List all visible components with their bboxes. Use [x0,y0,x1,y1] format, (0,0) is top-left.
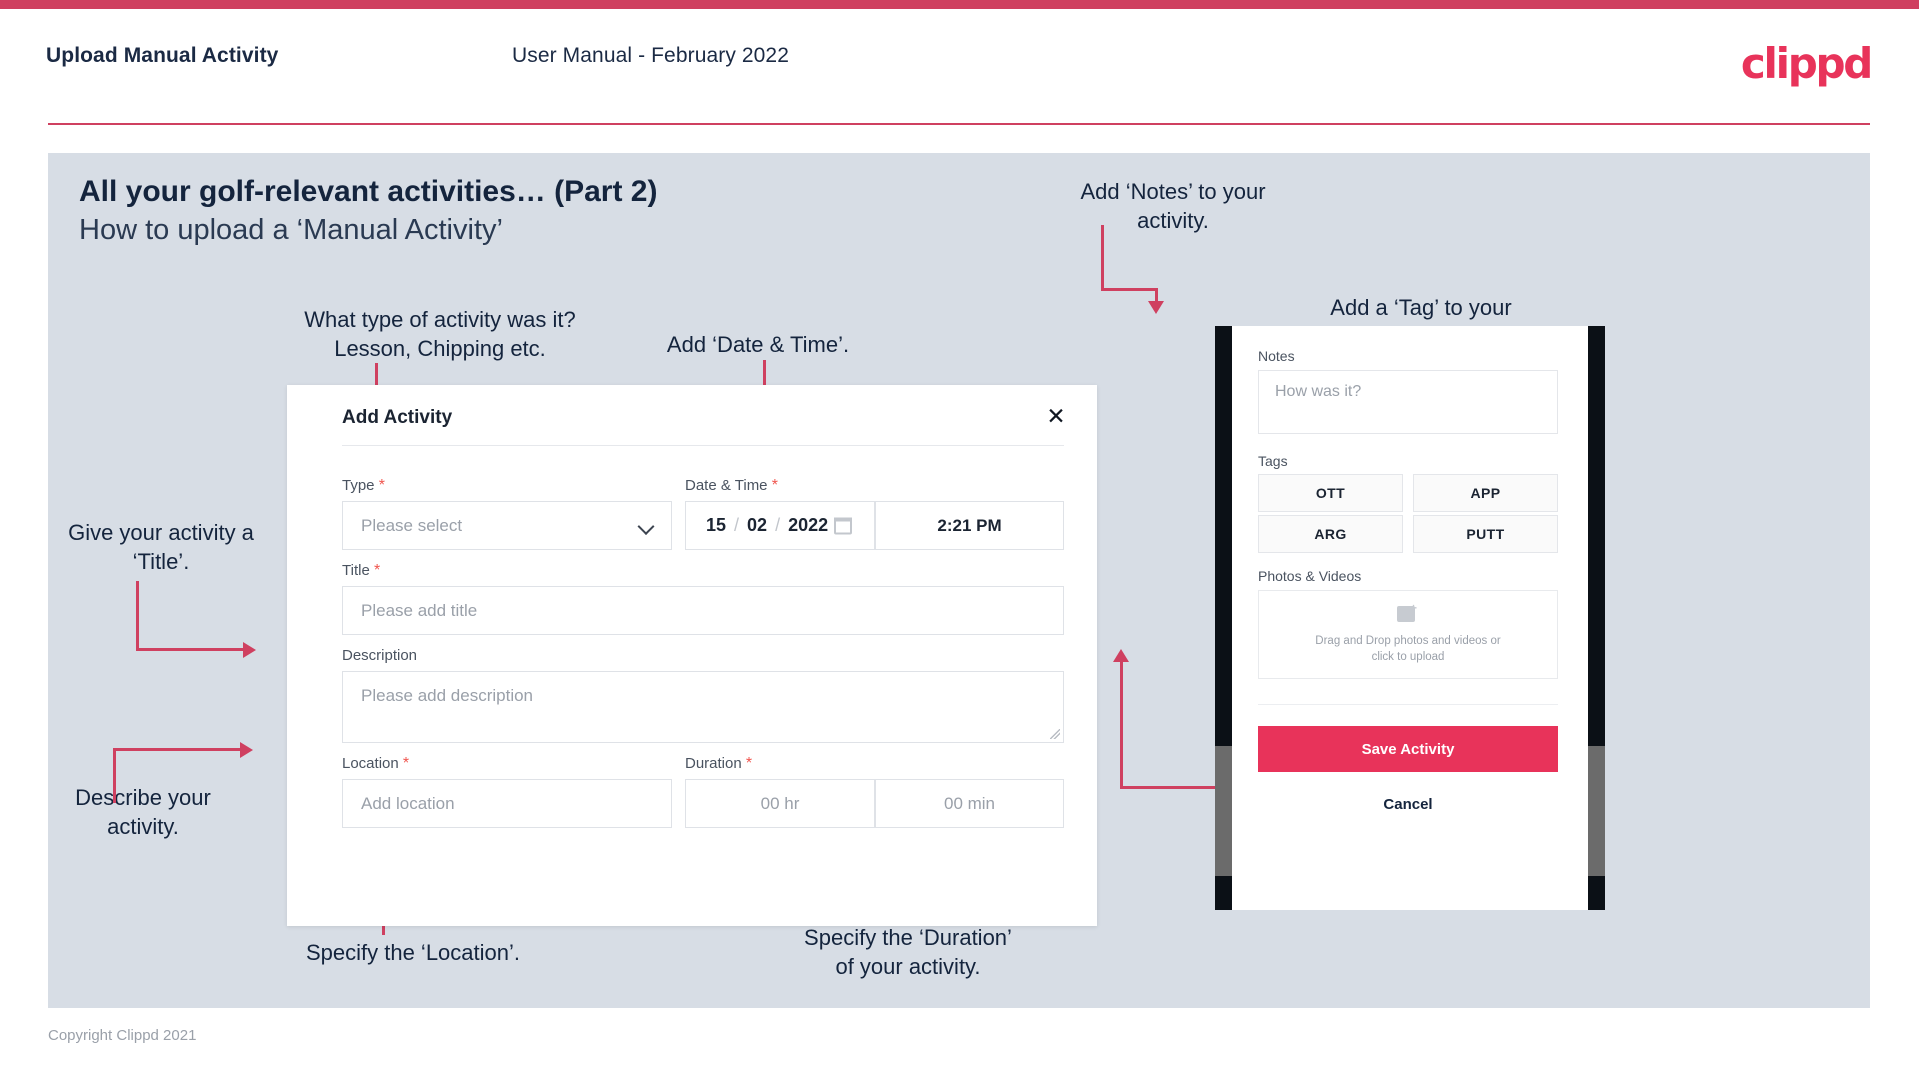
connector-notes-arrow [1148,301,1164,314]
tag-button-arg[interactable]: ARG [1258,515,1403,553]
location-label-text: Location [342,755,399,772]
type-select[interactable]: Please select [342,501,672,550]
location-required-mark: * [402,755,410,772]
duration-minutes-placeholder: 00 min [943,793,996,813]
media-dropzone-text: Drag and Drop photos and videos or click… [1315,635,1501,663]
type-placeholder: Please select [361,515,463,535]
tag-button-ott[interactable]: OTT [1258,474,1403,512]
chevron-down-icon [640,519,653,532]
datetime-label-text: Date & Time [685,477,768,494]
footer-copyright: Copyright Clippd 2021 [48,1027,197,1044]
type-label: Type * [342,477,385,495]
date-day: 15 [706,515,727,535]
close-icon[interactable]: ✕ [1039,399,1073,433]
clippd-logo: clippd [1740,39,1873,88]
title-placeholder: Please add title [361,600,478,620]
dialog-divider [342,445,1064,446]
callout-duration: Specify the ‘Duration’ of your activity. [804,925,1012,979]
type-label-text: Type [342,477,375,494]
date-month: 02 [747,515,768,535]
callout-notes: Add ‘Notes’ to your activity. [1080,179,1266,233]
datetime-required-mark: * [771,477,778,494]
callout-location: Specify the ‘Location’. [305,940,521,965]
duration-label-text: Duration [685,755,742,772]
header-divider [48,123,1870,125]
tags-label: Tags [1258,453,1288,469]
tag-button-putt[interactable]: PUTT [1413,515,1558,553]
phone-divider [1258,704,1558,705]
connector-desc-arrow [240,742,253,758]
add-image-icon: + [1397,602,1419,623]
date-input[interactable]: 15 / 02 / 2022 [685,501,875,550]
phone-screen: Notes How was it? Tags OTT APP ARG PUTT … [1232,326,1588,910]
media-label: Photos & Videos [1258,568,1362,584]
slide-title: All your golf-relevant activities… (Part… [79,175,658,208]
title-input[interactable]: Please add title [342,586,1064,635]
location-placeholder: Add location [361,793,455,813]
phone-bezel-left-segment [1215,746,1232,876]
description-label: Description [342,647,417,665]
connector-title-v [136,581,139,651]
connector-title-arrow [243,642,256,658]
notes-textarea[interactable]: How was it? [1258,370,1558,434]
type-required-mark: * [378,477,385,494]
title-required-mark: * [373,562,381,579]
slide-subtitle: How to upload a ‘Manual Activity’ [79,214,503,246]
save-activity-button[interactable]: Save Activity [1258,726,1558,772]
cancel-button[interactable]: Cancel [1258,786,1558,822]
date-value: 15 / 02 / 2022 [686,515,828,536]
location-label: Location * [342,755,409,773]
location-input[interactable]: Add location [342,779,672,828]
duration-required-mark: * [745,755,753,772]
duration-hours-placeholder: 00 hr [760,793,800,813]
slide-page: Upload Manual Activity User Manual - Feb… [0,0,1919,1079]
title-label-text: Title [342,562,370,579]
tag-button-app[interactable]: APP [1413,474,1558,512]
time-value: 2:21 PM [937,515,1002,535]
resize-handle-icon[interactable] [1050,729,1060,739]
title-label: Title * [342,562,380,580]
phone-bezel-right-segment [1588,746,1605,876]
page-subtitle: User Manual - February 2022 [512,44,789,67]
connector-save-v [1120,661,1123,789]
connector-notes-v1 [1101,225,1104,290]
description-label-text: Description [342,647,418,664]
description-textarea[interactable]: Please add description [342,671,1064,743]
connector-notes-h [1101,288,1158,291]
duration-label: Duration * [685,755,752,773]
callout-description: Describe your activity. [75,785,211,839]
connector-save-arrow [1113,649,1129,662]
notes-label: Notes [1258,348,1295,364]
connector-desc-h [113,748,243,751]
datetime-label: Date & Time * [685,477,778,495]
duration-minutes-input[interactable]: 00 min [875,779,1064,828]
phone-bezel-left [1215,326,1232,910]
callout-type: What type of activity was it? Lesson, Ch… [304,307,576,361]
page-title: Upload Manual Activity [46,44,279,67]
calendar-icon[interactable] [834,517,852,534]
phone-bezel-right [1588,326,1605,910]
dialog-header: Add Activity ✕ [287,385,1097,445]
callout-title: Give your activity a ‘Title’. [68,520,254,574]
connector-title-h [136,648,246,651]
connector-desc-v [113,748,116,803]
media-dropzone[interactable]: + Drag and Drop photos and videos or cli… [1258,590,1558,679]
phone-mockup: Notes How was it? Tags OTT APP ARG PUTT … [1215,326,1605,910]
notes-placeholder: How was it? [1275,383,1362,400]
callout-datetime: Add ‘Date & Time’. [666,332,850,357]
description-placeholder: Please add description [361,686,534,705]
dialog-title: Add Activity [342,407,453,428]
date-sep-2: / [775,515,781,535]
date-sep-1: / [734,515,740,535]
top-accent-bar [0,0,1919,9]
add-activity-dialog: Add Activity ✕ Type * Please select Date… [287,385,1097,926]
time-input[interactable]: 2:21 PM [875,501,1064,550]
date-year: 2022 [788,515,829,535]
duration-hours-input[interactable]: 00 hr [685,779,875,828]
